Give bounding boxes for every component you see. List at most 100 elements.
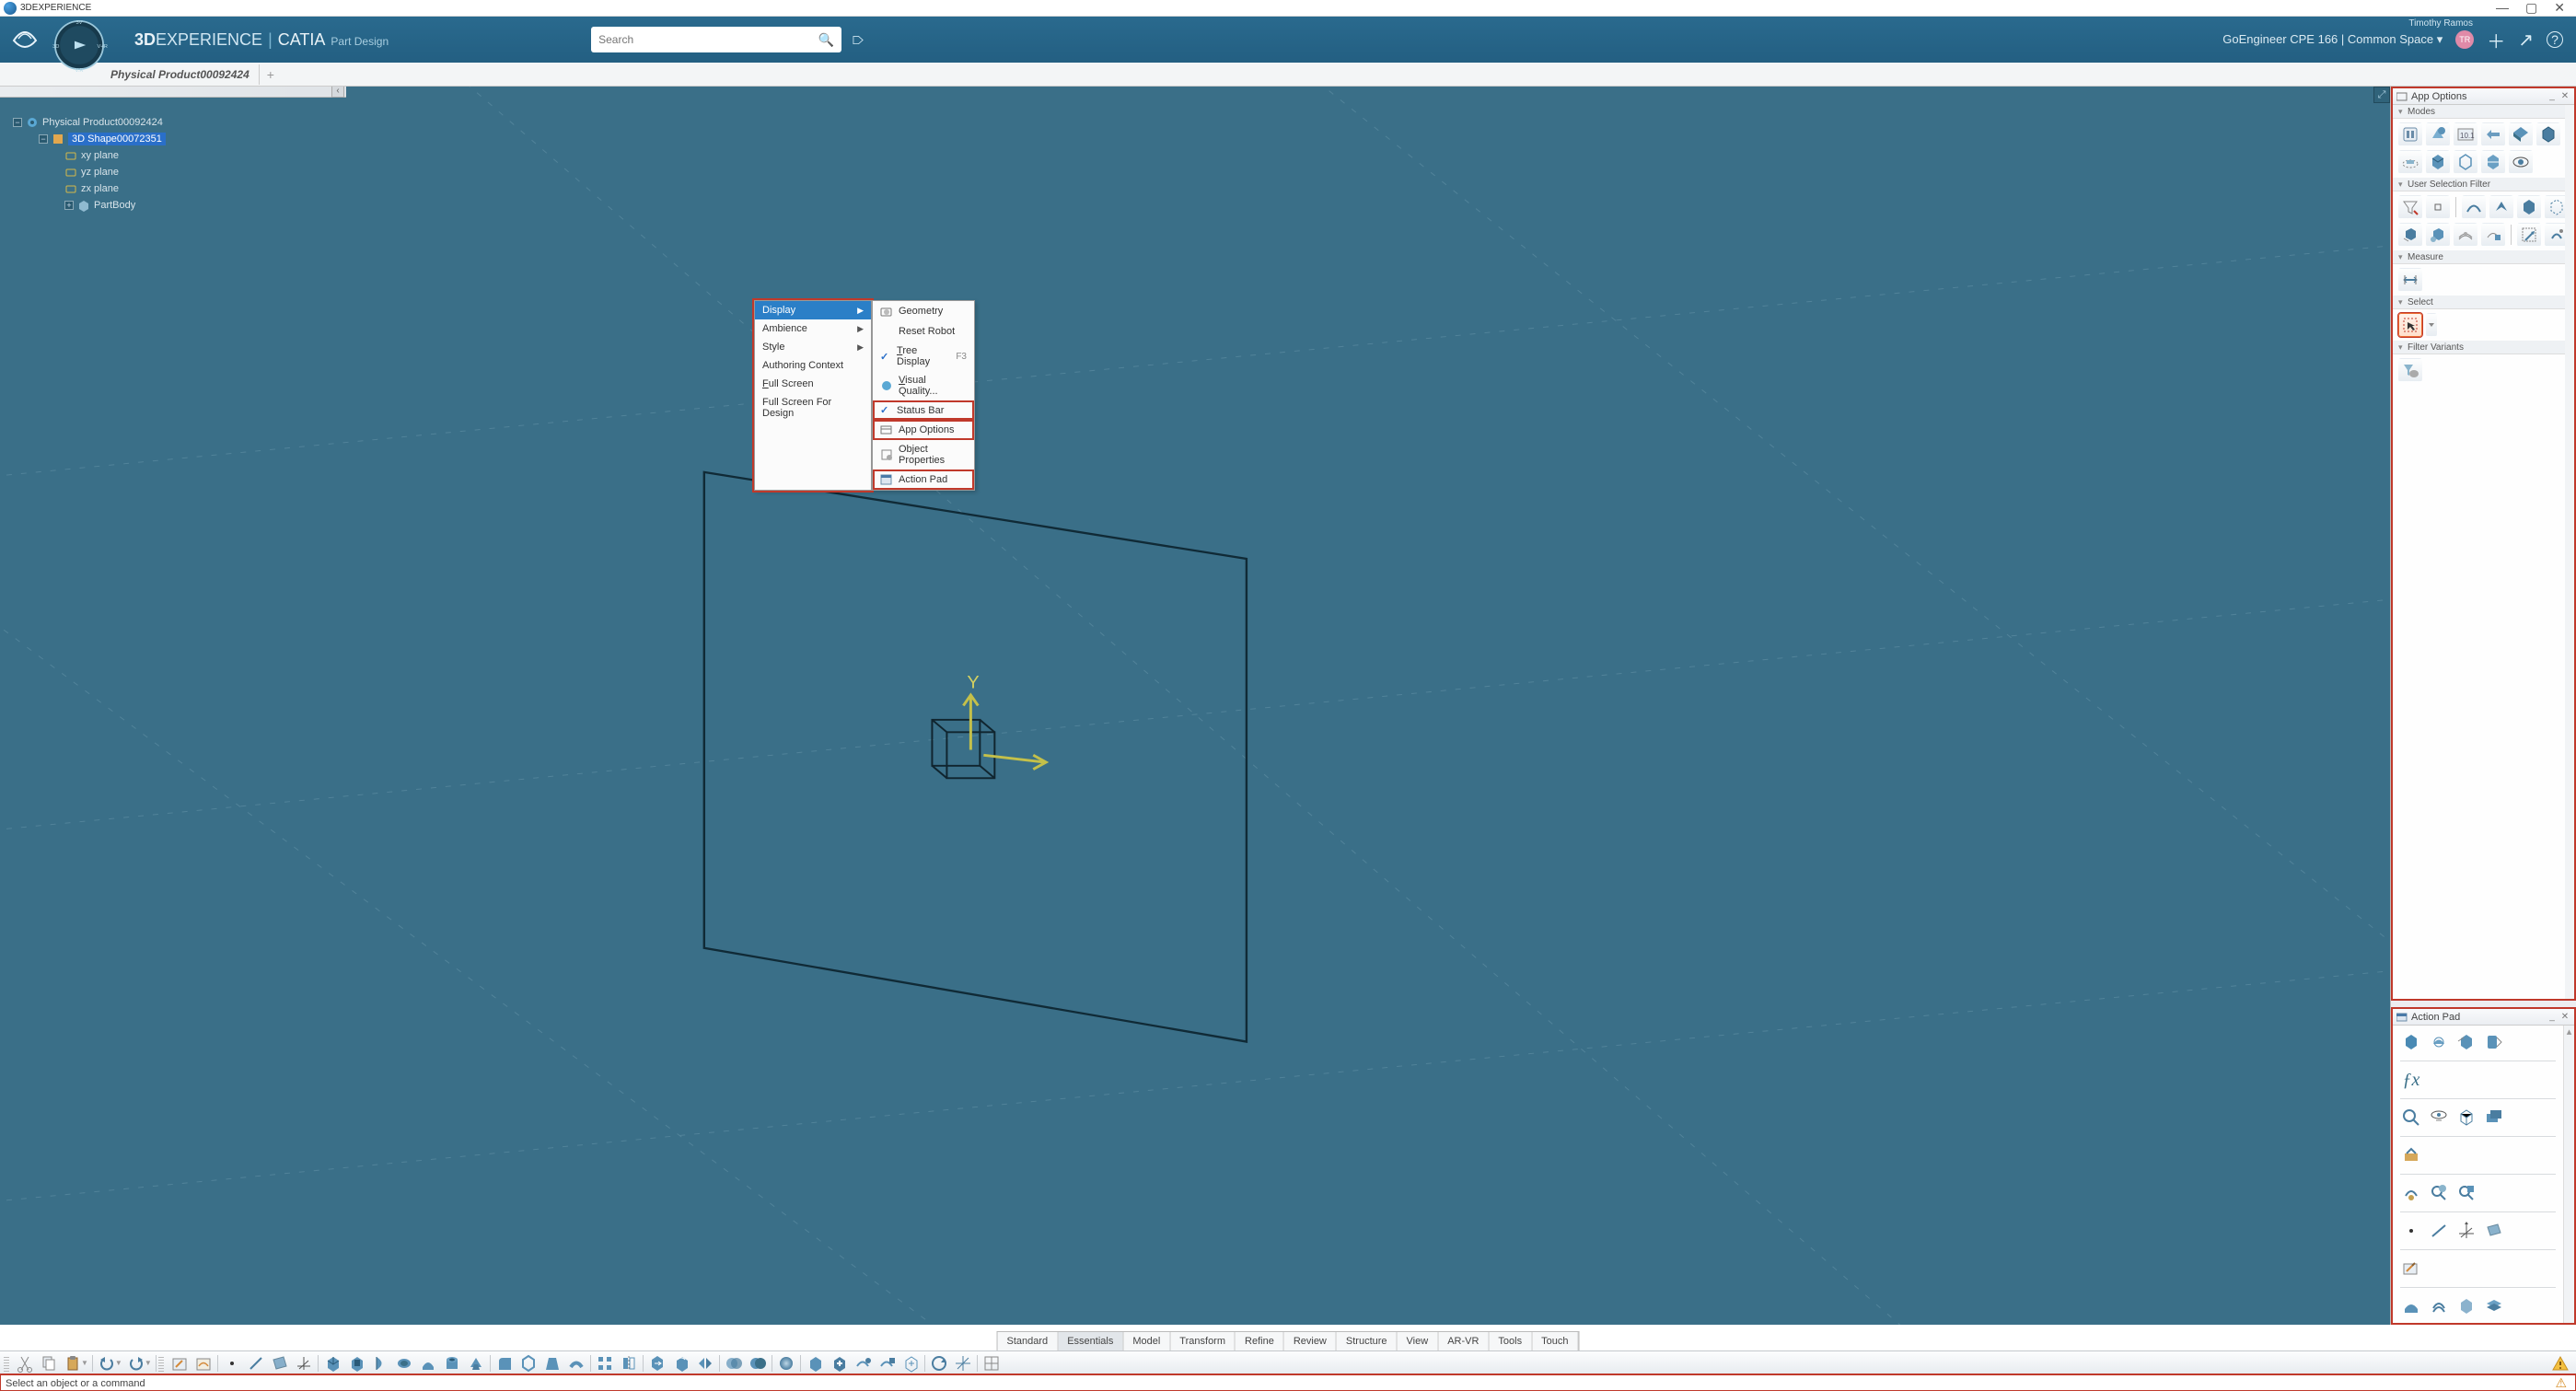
select-dropdown[interactable] [2426, 313, 2437, 337]
tree-shape-node[interactable]: − 3D Shape00072351 [39, 131, 344, 147]
panel-close-button[interactable]: ✕ [2559, 1012, 2570, 1023]
grip-icon[interactable] [4, 1355, 9, 1372]
mode-button[interactable] [2426, 150, 2450, 174]
geom-set-button[interactable] [851, 1353, 875, 1374]
ctx-item-style[interactable]: Style▶ [755, 338, 871, 356]
symmetry-button[interactable] [693, 1353, 717, 1374]
section-select[interactable]: ▾Select [2393, 296, 2574, 309]
action-button[interactable] [2400, 1295, 2422, 1317]
pad-button[interactable] [320, 1353, 344, 1374]
document-tab[interactable]: Physical Product00092424 [101, 64, 260, 85]
viewport-expand-button[interactable]: ⤢ [2373, 87, 2390, 103]
bottom-tab[interactable]: AR-VR [1438, 1332, 1489, 1350]
sketch-nat-button[interactable] [191, 1353, 215, 1374]
axis-system-button[interactable] [292, 1353, 316, 1374]
mode-button[interactable] [2454, 150, 2477, 174]
tree-plane-node[interactable]: yz plane [64, 164, 344, 180]
action-button[interactable] [2428, 1295, 2450, 1317]
3d-viewport[interactable]: ‹ ⤢ [0, 87, 2390, 1325]
filter-button[interactable] [2426, 195, 2450, 219]
filter-button[interactable] [2398, 195, 2422, 219]
tree-root[interactable]: − Physical Product00092424 [13, 114, 344, 131]
point-button[interactable] [2400, 1220, 2422, 1242]
body-insert-button[interactable] [827, 1353, 851, 1374]
mode-button[interactable] [2509, 150, 2533, 174]
action-button[interactable] [2455, 1031, 2477, 1053]
section-measure[interactable]: ▾Measure [2393, 250, 2574, 264]
axis-button[interactable] [2455, 1220, 2477, 1242]
ctx-item-display[interactable]: Display▶ [755, 301, 871, 319]
sketch-button[interactable] [2400, 1258, 2422, 1280]
point-button[interactable] [220, 1353, 244, 1374]
action-button[interactable] [2455, 1295, 2477, 1317]
tree-body-node[interactable]: + PartBody [64, 197, 344, 214]
action-button[interactable] [2455, 1182, 2477, 1204]
line-button[interactable] [2428, 1220, 2450, 1242]
tree-plane-node[interactable]: xy plane [64, 147, 344, 164]
mode-button[interactable] [2509, 122, 2533, 146]
ctx-item-action-pad[interactable]: Action Pad [873, 469, 974, 490]
action-button[interactable] [2428, 1031, 2450, 1053]
bottom-tab[interactable]: View [1398, 1332, 1439, 1350]
cut-button[interactable] [13, 1353, 37, 1374]
action-button[interactable] [2483, 1295, 2505, 1317]
action-button[interactable] [2400, 1182, 2422, 1204]
ctx-item-object-properties[interactable]: Object Properties [873, 440, 974, 469]
warning-icon[interactable] [2548, 1353, 2572, 1374]
panel-minimize-button[interactable]: _ [2547, 91, 2558, 102]
section-modes[interactable]: ▾Modes [2393, 105, 2574, 119]
plane-button[interactable] [2483, 1220, 2505, 1242]
grip-icon[interactable] [158, 1355, 164, 1372]
filter-variants-button[interactable] [2398, 358, 2422, 382]
bottom-tab[interactable]: Review [1284, 1332, 1337, 1350]
insert-in-new-button[interactable] [899, 1353, 922, 1374]
fillet-button[interactable] [493, 1353, 516, 1374]
groove-button[interactable] [392, 1353, 416, 1374]
pocket-button[interactable] [344, 1353, 368, 1374]
filter-button[interactable] [2426, 223, 2450, 247]
measure-button[interactable] [2398, 268, 2422, 292]
filter-button[interactable] [2462, 195, 2486, 219]
ctx-item-app-options[interactable]: App Options [873, 420, 974, 440]
multi-sec-button[interactable] [464, 1353, 488, 1374]
formula-button[interactable]: ƒx [2400, 1069, 2422, 1091]
toolbar-extra-button[interactable] [980, 1353, 1004, 1374]
add-tab-button[interactable]: + [260, 67, 282, 82]
rotate-button[interactable] [669, 1353, 693, 1374]
action-button[interactable] [2483, 1107, 2505, 1129]
rib-button[interactable] [416, 1353, 440, 1374]
mode-button[interactable] [2398, 122, 2422, 146]
bottom-tab[interactable]: Transform [1170, 1332, 1236, 1350]
search-box[interactable]: 🔍 [591, 27, 841, 52]
filter-button[interactable] [2398, 223, 2422, 247]
ds-logo-icon[interactable] [9, 22, 41, 53]
action-button[interactable] [2400, 1031, 2422, 1053]
mode-button[interactable] [2481, 122, 2505, 146]
panel-close-button[interactable]: ✕ [2559, 91, 2570, 102]
panel-scrollbar[interactable] [2565, 105, 2574, 999]
plane-button[interactable] [268, 1353, 292, 1374]
mode-button[interactable] [2481, 150, 2505, 174]
translate-button[interactable] [645, 1353, 669, 1374]
help-icon[interactable]: ? [2547, 31, 2563, 48]
filter-button[interactable] [2489, 195, 2513, 219]
material-button[interactable] [774, 1353, 798, 1374]
context-selector[interactable]: GoEngineer CPE 166 | Common Space ▾ [2222, 32, 2443, 47]
action-button[interactable] [2455, 1107, 2477, 1129]
ctx-item-reset-robot[interactable]: Reset Robot [873, 321, 974, 342]
panel-scrollbar[interactable]: ▴ [2563, 1026, 2574, 1323]
mode-button[interactable] [2426, 122, 2450, 146]
bottom-tab[interactable]: Touch [1532, 1332, 1578, 1350]
filter-button[interactable] [2454, 223, 2477, 247]
compass-widget[interactable]: 3V 3D V+R V.R [46, 12, 112, 78]
tree-plane-node[interactable]: zx plane [64, 180, 344, 197]
section-filter-variants[interactable]: ▾Filter Variants [2393, 341, 2574, 354]
add-icon[interactable]: ＋ [2487, 27, 2505, 53]
bottom-tab[interactable]: Essentials [1058, 1332, 1123, 1350]
filter-button[interactable] [2517, 223, 2541, 247]
share-icon[interactable]: ↗ [2518, 29, 2534, 52]
user-avatar[interactable]: TR [2455, 30, 2474, 49]
select-button[interactable] [2398, 313, 2422, 337]
ctx-item-geometry[interactable]: Geometry [873, 301, 974, 321]
bottom-tab[interactable]: Tools [1489, 1332, 1532, 1350]
